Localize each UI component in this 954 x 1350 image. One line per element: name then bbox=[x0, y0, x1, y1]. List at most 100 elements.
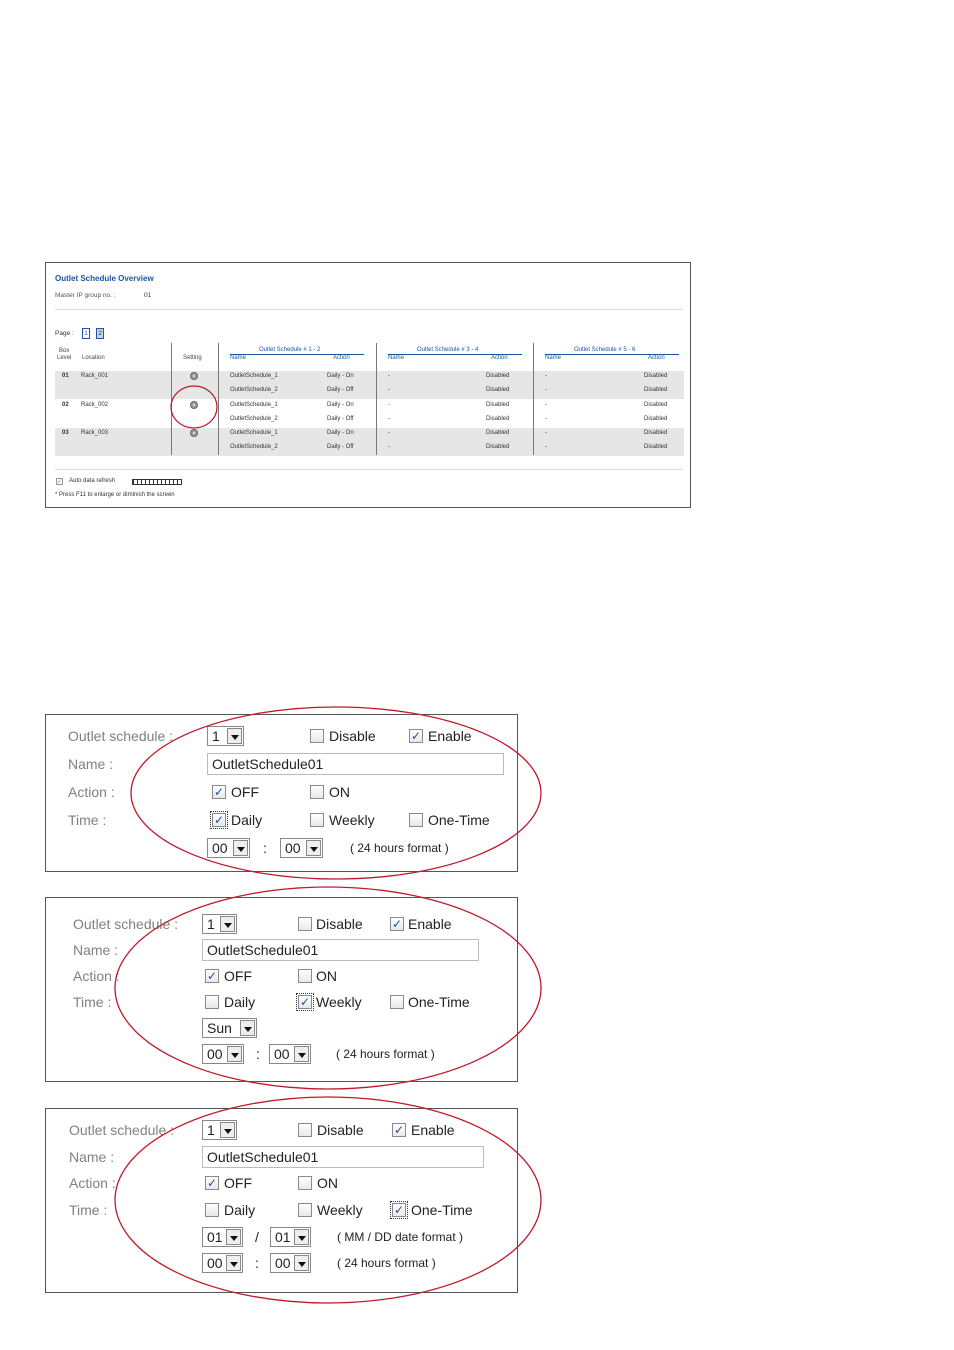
hour-select[interactable]: 00 bbox=[202, 1044, 244, 1064]
off-checkbox[interactable]: ✓ bbox=[212, 785, 226, 799]
schedule-name: - bbox=[545, 416, 547, 422]
schedule-action: Daily - On bbox=[327, 402, 354, 408]
enable-checkbox[interactable]: ✓ bbox=[392, 1123, 406, 1137]
schedule-action: Daily - Off bbox=[327, 416, 354, 422]
outlet-schedule-label: Outlet schedule : bbox=[73, 916, 179, 932]
off-checkbox[interactable]: ✓ bbox=[205, 969, 219, 983]
weekly-checkbox[interactable] bbox=[310, 813, 324, 827]
one-time-label: One-Time bbox=[408, 994, 470, 1010]
schedule-name: OutletSchedule_1 bbox=[230, 373, 278, 379]
header-action-1: Action bbox=[333, 355, 350, 361]
header-setting: Setting bbox=[183, 355, 202, 361]
schedule-name: - bbox=[388, 373, 390, 379]
schedule-action: Disabled bbox=[644, 387, 668, 393]
time-separator: : bbox=[256, 1046, 260, 1062]
page-2-button[interactable]: 2 bbox=[96, 328, 104, 339]
setting-gear-icon[interactable] bbox=[190, 401, 198, 409]
off-checkbox[interactable]: ✓ bbox=[205, 1176, 219, 1190]
name-input[interactable] bbox=[202, 939, 479, 961]
time-separator: : bbox=[255, 1255, 259, 1271]
schedule-form-weekly: Outlet schedule : 1 Disable ✓ Enable Nam… bbox=[45, 897, 518, 1082]
name-input[interactable] bbox=[202, 1146, 484, 1168]
name-label: Name : bbox=[69, 1149, 115, 1165]
header-level: Level bbox=[57, 355, 72, 361]
chevron-down-icon bbox=[240, 1020, 255, 1036]
daily-checkbox[interactable]: ✓ bbox=[210, 811, 228, 829]
header-name-2: Name bbox=[388, 355, 405, 361]
enable-checkbox[interactable]: ✓ bbox=[390, 917, 404, 931]
disable-checkbox[interactable] bbox=[310, 729, 324, 743]
box-level: 02 bbox=[62, 402, 69, 408]
column-separator bbox=[533, 343, 534, 455]
schedule-action: Disabled bbox=[644, 444, 668, 450]
refresh-progress-bar bbox=[132, 479, 182, 485]
hours-format-note: ( 24 hours format ) bbox=[350, 841, 449, 855]
action-label: Action : bbox=[68, 784, 115, 800]
name-label: Name : bbox=[73, 942, 119, 958]
location: Rack_002 bbox=[81, 402, 109, 408]
one-time-checkbox[interactable] bbox=[390, 995, 404, 1009]
overview-title: Outlet Schedule Overview bbox=[55, 274, 154, 283]
date-format-note: ( MM / DD date format ) bbox=[337, 1230, 464, 1244]
schedule-name: - bbox=[545, 387, 547, 393]
schedule-name: OutletSchedule_2 bbox=[230, 444, 278, 450]
schedule-name: - bbox=[545, 444, 547, 450]
column-separator bbox=[376, 343, 377, 455]
setting-gear-icon[interactable] bbox=[190, 429, 198, 437]
minute-select[interactable]: 00 bbox=[270, 1253, 311, 1273]
schedule-name: - bbox=[388, 430, 390, 436]
schedule-name: - bbox=[388, 387, 390, 393]
daily-label: Daily bbox=[224, 1202, 256, 1218]
schedule-action: Disabled bbox=[644, 430, 668, 436]
hour-select[interactable]: 00 bbox=[207, 838, 250, 858]
disable-label: Disable bbox=[316, 916, 363, 932]
column-separator bbox=[171, 343, 172, 455]
off-label: OFF bbox=[231, 784, 259, 800]
schedule-number-select[interactable]: 1 bbox=[202, 1120, 237, 1140]
on-checkbox[interactable] bbox=[298, 1176, 312, 1190]
disable-checkbox[interactable] bbox=[298, 917, 312, 931]
schedule-number-select[interactable]: 1 bbox=[207, 726, 244, 746]
one-time-checkbox[interactable]: ✓ bbox=[390, 1201, 408, 1219]
one-time-checkbox[interactable] bbox=[409, 813, 423, 827]
schedule-name: OutletSchedule_2 bbox=[230, 416, 278, 422]
name-input[interactable] bbox=[207, 753, 504, 775]
schedule-form-daily: Outlet schedule : 1 Disable ✓ Enable Nam… bbox=[45, 714, 518, 872]
schedule-name: - bbox=[545, 430, 547, 436]
chevron-down-icon bbox=[226, 1229, 241, 1245]
chevron-down-icon bbox=[220, 1122, 235, 1138]
schedule-number-select[interactable]: 1 bbox=[202, 914, 237, 934]
enable-checkbox[interactable]: ✓ bbox=[409, 729, 423, 743]
outlet-schedule-overview-panel: Outlet Schedule Overview Master IP group… bbox=[45, 262, 691, 508]
on-checkbox[interactable] bbox=[298, 969, 312, 983]
hour-select[interactable]: 00 bbox=[202, 1253, 243, 1273]
page-label: Page : bbox=[55, 330, 74, 337]
on-checkbox[interactable] bbox=[310, 785, 324, 799]
name-label: Name : bbox=[68, 756, 114, 772]
schedule-action: Disabled bbox=[486, 430, 510, 436]
daily-checkbox[interactable] bbox=[205, 995, 219, 1009]
date-separator: / bbox=[255, 1229, 259, 1245]
page-1-button[interactable]: 1 bbox=[82, 328, 90, 339]
weekly-checkbox[interactable] bbox=[298, 1203, 312, 1217]
disable-label: Disable bbox=[317, 1122, 364, 1138]
chevron-down-icon bbox=[233, 840, 248, 856]
disable-checkbox[interactable] bbox=[298, 1123, 312, 1137]
chevron-down-icon bbox=[294, 1229, 309, 1245]
month-select[interactable]: 01 bbox=[202, 1227, 243, 1247]
header-box: Box bbox=[59, 348, 70, 354]
minute-select[interactable]: 00 bbox=[280, 838, 323, 858]
minute-select[interactable]: 00 bbox=[269, 1044, 311, 1064]
header-action-3: Action bbox=[648, 355, 665, 361]
schedule-name: OutletSchedule_2 bbox=[230, 387, 278, 393]
header-group-3-4: Outlet Schedule # 3 - 4 bbox=[417, 347, 479, 353]
auto-refresh-checkbox[interactable]: ✓ bbox=[56, 478, 63, 485]
weekly-checkbox[interactable]: ✓ bbox=[296, 993, 314, 1011]
on-label: ON bbox=[317, 1175, 338, 1191]
schedule-name: OutletSchedule_1 bbox=[230, 430, 278, 436]
schedule-action: Disabled bbox=[486, 387, 510, 393]
daily-checkbox[interactable] bbox=[205, 1203, 219, 1217]
weekday-select[interactable]: Sun bbox=[202, 1018, 257, 1038]
day-select[interactable]: 01 bbox=[270, 1227, 311, 1247]
setting-gear-icon[interactable] bbox=[190, 372, 198, 380]
